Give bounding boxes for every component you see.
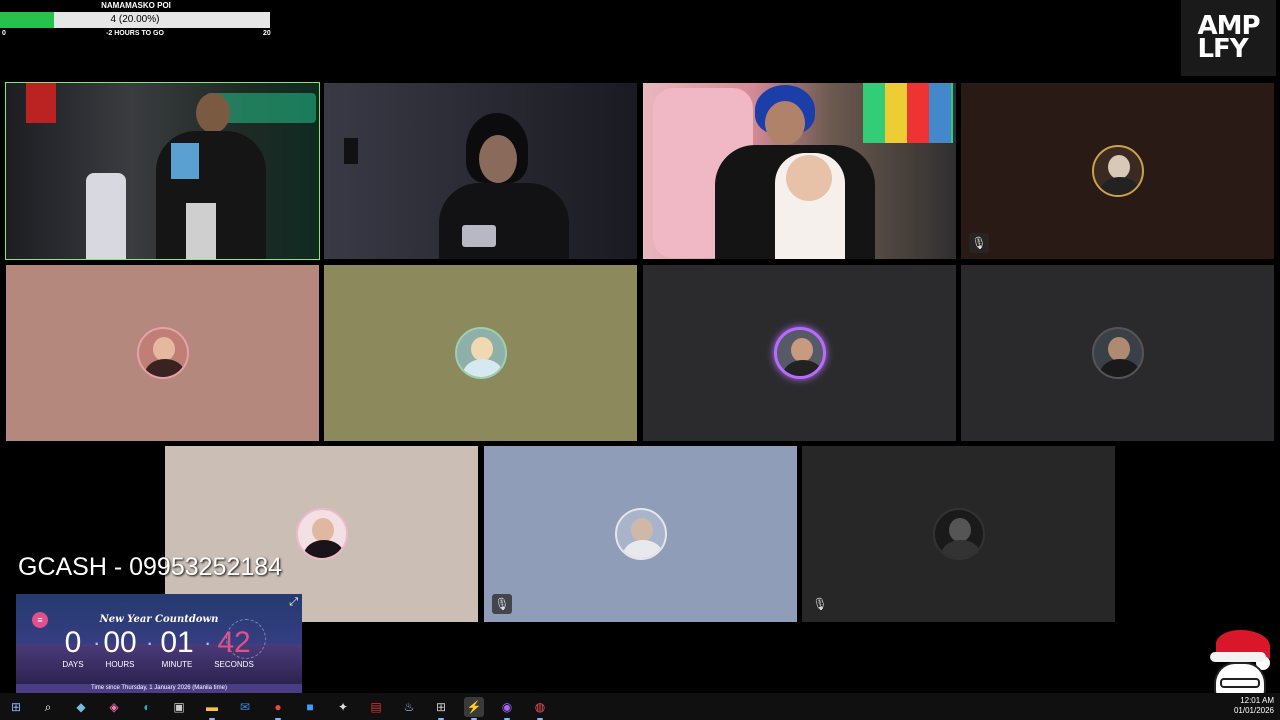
video-tile-8[interactable] xyxy=(961,265,1274,441)
mic-muted-icon: 🎙 xyxy=(492,594,512,614)
avatar-face xyxy=(790,338,813,362)
avatar-body xyxy=(303,540,344,558)
screen: NAMAMASKO POI 4 (20.00%) 0 -2 HOURS TO G… xyxy=(0,0,1280,720)
new-year-countdown-widget[interactable]: ≡ ⤢ New Year Countdown 0 DAYS · 00 HOURS… xyxy=(16,594,302,694)
hat-brim xyxy=(1210,652,1266,662)
countdown-seconds: 42 SECONDS xyxy=(211,626,257,669)
avatar-body xyxy=(462,359,503,377)
person-face xyxy=(765,101,805,145)
tumbler xyxy=(86,173,126,259)
video-tile-10[interactable]: 🎙 xyxy=(484,446,797,622)
hours-label: HOURS xyxy=(105,660,135,669)
goal-max: 20 xyxy=(263,30,271,37)
steam-icon[interactable]: ♨ xyxy=(399,697,419,717)
participant-avatar xyxy=(295,508,348,560)
avatar-body xyxy=(940,540,981,558)
sunglasses xyxy=(1220,678,1260,688)
person-body xyxy=(439,183,569,259)
play-mat xyxy=(863,83,953,143)
video-tile-11[interactable]: 🎙 xyxy=(802,446,1115,622)
file-explorer-icon[interactable]: ▬ xyxy=(202,697,222,720)
baby-face xyxy=(786,155,832,201)
video-tile-6[interactable] xyxy=(324,265,637,441)
edge-icon[interactable]: ◐ xyxy=(137,697,157,717)
participant-avatar xyxy=(932,508,985,560)
shirt-print xyxy=(171,143,199,179)
video-tile-3[interactable] xyxy=(643,83,956,259)
search-icon[interactable]: ⌕ xyxy=(38,697,58,717)
avatar-body xyxy=(782,360,823,376)
countdown-days: 0 DAYS xyxy=(58,626,88,669)
phone xyxy=(462,225,496,247)
video-tile-5[interactable] xyxy=(6,265,319,441)
video-tile-7[interactable] xyxy=(643,265,956,441)
seconds-value: 42 xyxy=(217,626,251,659)
logo-text: AMP LFY xyxy=(1197,11,1260,64)
goal-progress-bar: 4 (20.00%) xyxy=(0,12,270,28)
avatar-face xyxy=(1107,337,1130,361)
avatar-body xyxy=(1099,177,1140,195)
avatar-face xyxy=(630,518,653,542)
countdown-hours: 00 HOURS xyxy=(100,626,140,669)
avatar-face xyxy=(152,337,175,361)
winamp-icon[interactable]: ◈ xyxy=(104,697,124,717)
system-clock[interactable]: 12:01 AM 01/01/2026 xyxy=(1234,696,1274,716)
seconds-label: SECONDS xyxy=(214,660,254,669)
video-tile-1[interactable] xyxy=(5,82,320,260)
taskbar: ⊞ ⌕ ◆ ◈ ◐ ▣ ▬ ✉ ● ■ ✦ ▤ ♨ ⊞ ⚡ ◉ ◍ 12:01 … xyxy=(0,693,1280,720)
avatar-body xyxy=(144,359,185,377)
bird-icon[interactable]: ✦ xyxy=(333,697,353,717)
avatar-face xyxy=(948,518,971,542)
gcash-number: GCASH - 09953252184 xyxy=(18,553,283,581)
person-face xyxy=(479,135,517,183)
video-tile-4[interactable]: 🎙 xyxy=(961,83,1274,259)
goal-subtitle: -2 HOURS TO GO xyxy=(106,30,164,37)
mic-stand xyxy=(186,203,216,259)
outlook-icon[interactable]: ✉ xyxy=(235,697,255,717)
messenger-icon[interactable]: ◉ xyxy=(497,697,517,720)
expand-icon[interactable]: ⤢ xyxy=(289,596,298,609)
separator-dot: · xyxy=(146,630,154,655)
microsoft-store-icon[interactable]: ■ xyxy=(300,697,320,717)
mic-muted-icon: 🎙 xyxy=(969,233,989,253)
participant-avatar xyxy=(136,327,189,379)
days-label: DAYS xyxy=(62,660,84,669)
minutes-label: MINUTE xyxy=(161,660,193,669)
hours-value: 00 xyxy=(103,626,137,659)
days-value: 0 xyxy=(64,626,82,659)
goal-title: NAMAMASKO POI xyxy=(101,1,171,10)
clock-date: 01/01/2026 xyxy=(1233,706,1274,715)
voicemeeter-icon[interactable]: ▤ xyxy=(366,697,386,717)
countdown-minutes: 01 MINUTE xyxy=(155,626,199,669)
avatar-body xyxy=(1099,359,1140,377)
avatar-body xyxy=(622,540,663,558)
amplfy-icon[interactable]: ⚡ xyxy=(464,697,484,720)
participant-avatar xyxy=(614,508,667,560)
store-icon[interactable]: ▣ xyxy=(169,697,189,717)
clock-time: 12:01 AM xyxy=(1240,696,1274,705)
participant-avatar xyxy=(454,327,507,379)
countdown-footer: Time since Thursday, 1 January 2026 (Man… xyxy=(91,685,227,691)
participant-avatar xyxy=(1091,145,1144,197)
red-object xyxy=(26,83,56,123)
copilot-icon[interactable]: ◆ xyxy=(71,697,91,717)
avatar-face xyxy=(1107,155,1130,179)
participant-avatar-speaking xyxy=(773,327,826,379)
mic-muted-icon: 🎙 xyxy=(810,594,830,614)
person-head xyxy=(196,93,230,133)
countdown-title: New Year Countdown xyxy=(99,614,219,625)
app-grid-icon[interactable]: ⊞ xyxy=(431,697,451,720)
chrome-icon[interactable]: ● xyxy=(268,697,288,720)
participant-avatar xyxy=(1091,327,1144,379)
windows-start-icon[interactable]: ⊞ xyxy=(6,697,26,717)
minutes-value: 01 xyxy=(160,626,194,659)
avatar-face xyxy=(311,518,334,542)
goal-progress-text: 4 (20.00%) xyxy=(110,14,160,25)
tool-icon[interactable]: ◍ xyxy=(530,697,550,720)
object-dark xyxy=(344,138,358,164)
avatar-face xyxy=(470,337,493,361)
video-tile-2[interactable] xyxy=(324,83,637,259)
amplfy-logo: AMP LFY xyxy=(1181,0,1276,76)
